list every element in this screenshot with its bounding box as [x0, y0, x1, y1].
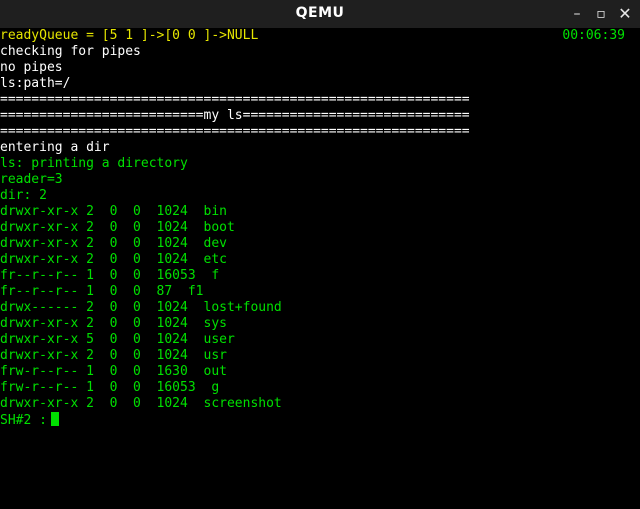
terminal-line: ========================================…	[0, 124, 470, 139]
terminal-line: fr--r--r-- 1 0 0 16053 f	[0, 268, 220, 283]
window-controls: – ▫ ✕	[568, 2, 634, 26]
minimize-icon[interactable]: –	[568, 5, 586, 23]
text-cursor	[50, 412, 59, 426]
terminal-screen[interactable]: 00:06:39 readyQueue = [5 1 ]->[0 0 ]->NU…	[0, 28, 640, 509]
shell-prompt-line[interactable]: SH#2 :	[0, 412, 59, 428]
terminal-line: checking for pipes	[0, 44, 141, 59]
terminal-line: drwxr-xr-x 2 0 0 1024 bin	[0, 204, 227, 219]
title-bar[interactable]: QEMU – ▫ ✕	[0, 0, 640, 28]
window-title: QEMU	[295, 5, 345, 21]
terminal-line: drwxr-xr-x 2 0 0 1024 etc	[0, 252, 227, 267]
terminal-line: drwxr-xr-x 2 0 0 1024 dev	[0, 236, 227, 251]
terminal-line: drwxr-xr-x 2 0 0 1024 screenshot	[0, 396, 282, 411]
maximize-icon[interactable]: ▫	[592, 5, 610, 23]
terminal-line: drwxr-xr-x 2 0 0 1024 sys	[0, 316, 227, 331]
clock-readout: 00:06:39	[562, 28, 625, 43]
shell-prompt: SH#2 :	[0, 413, 47, 428]
terminal-line: ========================================…	[0, 92, 470, 107]
terminal-line: ls: printing a directory	[0, 156, 188, 171]
terminal-line: reader=3	[0, 172, 63, 187]
terminal-line: ==========================my ls=========…	[0, 108, 470, 123]
terminal-line: drwx------ 2 0 0 1024 lost+found	[0, 300, 282, 315]
terminal-line: frw-r--r-- 1 0 0 1630 out	[0, 364, 227, 379]
terminal-line: frw-r--r-- 1 0 0 16053 g	[0, 380, 220, 395]
terminal-line: ls:path=/	[0, 76, 71, 91]
terminal-line: entering a dir	[0, 140, 110, 155]
terminal-line: dir: 2	[0, 188, 47, 203]
qemu-window: QEMU – ▫ ✕ 00:06:39 readyQueue = [5 1 ]-…	[0, 0, 640, 509]
close-icon[interactable]: ✕	[616, 5, 634, 23]
terminal-line: drwxr-xr-x 2 0 0 1024 boot	[0, 220, 235, 235]
terminal-line: fr--r--r-- 1 0 0 87 f1	[0, 284, 204, 299]
terminal-line: drwxr-xr-x 2 0 0 1024 usr	[0, 348, 227, 363]
terminal-line: no pipes	[0, 60, 63, 75]
terminal-line: readyQueue = [5 1 ]->[0 0 ]->NULL	[0, 28, 259, 43]
terminal-line: drwxr-xr-x 5 0 0 1024 user	[0, 332, 235, 347]
